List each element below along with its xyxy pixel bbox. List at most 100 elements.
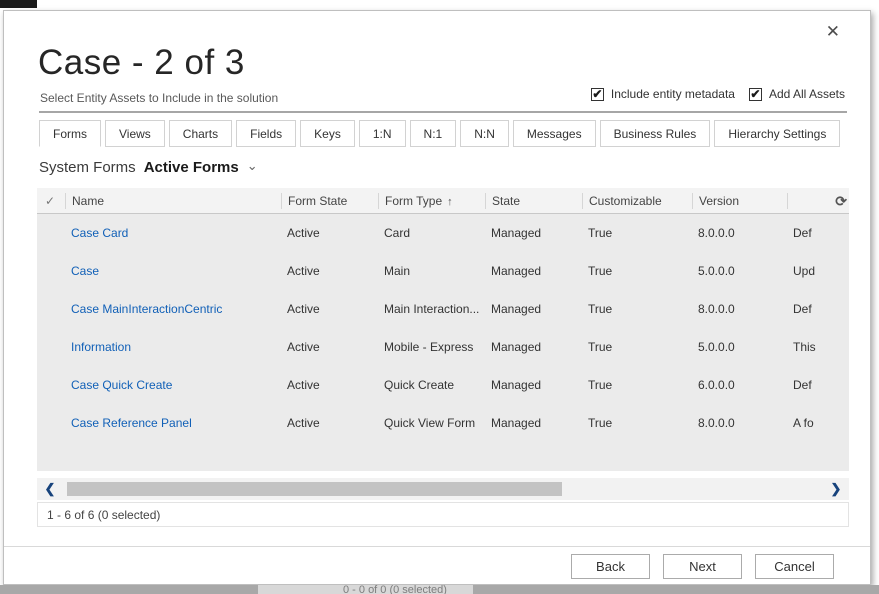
scrollbar-thumb[interactable]: [67, 482, 562, 496]
group-label: System Forms: [39, 159, 136, 176]
column-header-form-state[interactable]: Form State: [281, 193, 378, 209]
background-status-fragment: 0 - 0 of 0 (0 selected): [258, 585, 473, 594]
table-row[interactable]: Case Active Main Managed True 5.0.0.0 Up…: [37, 252, 849, 290]
next-button[interactable]: Next: [663, 554, 742, 579]
include-entity-metadata-label: Include entity metadata: [611, 87, 735, 101]
customizable-cell: True: [582, 416, 692, 430]
form-state-cell: Active: [281, 226, 378, 240]
tab-nn[interactable]: N:N: [460, 120, 509, 147]
state-cell: Managed: [485, 302, 582, 316]
column-header-customizable[interactable]: Customizable: [582, 193, 692, 209]
background-page-fragment: 0 - 0 of 0 (0 selected): [0, 585, 879, 594]
form-type-cell: Quick Create: [378, 378, 485, 392]
record-count-status: 1 - 6 of 6 (0 selected): [37, 502, 849, 527]
page-subtitle: Select Entity Assets to Include in the s…: [40, 91, 278, 105]
background-navbar-fragment: [0, 0, 37, 8]
header-divider: [39, 111, 847, 113]
tab-n1[interactable]: N:1: [410, 120, 457, 147]
form-type-cell: Mobile - Express: [378, 340, 485, 354]
state-cell: Managed: [485, 226, 582, 240]
scroll-left-icon[interactable]: ❮: [37, 481, 63, 497]
table-row[interactable]: Case MainInteractionCentric Active Main …: [37, 290, 849, 328]
version-cell: 6.0.0.0: [692, 378, 787, 392]
tab-business-rules[interactable]: Business Rules: [600, 120, 711, 147]
table-row[interactable]: Case Card Active Card Managed True 8.0.0…: [37, 214, 849, 252]
version-cell: 5.0.0.0: [692, 340, 787, 354]
description-cell: Upd: [787, 264, 849, 278]
form-type-cell: Main: [378, 264, 485, 278]
forms-grid: ✓ Name Form State Form Type↑ State Custo…: [37, 188, 849, 471]
form-name-link[interactable]: Case: [65, 264, 281, 278]
form-name-link[interactable]: Case Card: [65, 226, 281, 240]
customizable-cell: True: [582, 302, 692, 316]
description-cell: Def: [787, 302, 849, 316]
table-row[interactable]: Information Active Mobile - Express Mana…: [37, 328, 849, 366]
chevron-down-icon[interactable]: ⌄: [247, 158, 258, 174]
footer-divider: [4, 546, 870, 547]
tab-hierarchy-settings[interactable]: Hierarchy Settings: [714, 120, 840, 147]
form-name-link[interactable]: Case MainInteractionCentric: [65, 302, 281, 316]
column-header-description: ⟳: [787, 193, 849, 209]
sort-ascending-icon: ↑: [447, 196, 453, 208]
tab-messages[interactable]: Messages: [513, 120, 596, 147]
checkbox-checked-icon[interactable]: ✔: [591, 88, 604, 101]
page-title: Case - 2 of 3: [38, 43, 245, 83]
form-name-link[interactable]: Information: [65, 340, 281, 354]
form-type-cell: Main Interaction...: [378, 302, 485, 316]
form-name-link[interactable]: Case Quick Create: [65, 378, 281, 392]
form-type-cell: Quick View Form: [378, 416, 485, 430]
tab-charts[interactable]: Charts: [169, 120, 232, 147]
background-status-text: 0 - 0 of 0 (0 selected): [343, 585, 447, 594]
customizable-cell: True: [582, 226, 692, 240]
description-cell: A fo: [787, 416, 849, 430]
version-cell: 8.0.0.0: [692, 416, 787, 430]
form-type-cell: Card: [378, 226, 485, 240]
version-cell: 8.0.0.0: [692, 302, 787, 316]
column-header-version[interactable]: Version: [692, 193, 787, 209]
add-all-assets-checkbox[interactable]: ✔ Add All Assets: [749, 87, 845, 101]
include-entity-metadata-checkbox[interactable]: ✔ Include entity metadata: [591, 87, 735, 101]
select-all-check-icon[interactable]: ✓: [37, 193, 65, 209]
header-options: ✔ Include entity metadata ✔ Add All Asse…: [591, 87, 845, 101]
version-cell: 8.0.0.0: [692, 226, 787, 240]
view-selector[interactable]: Active Forms: [144, 159, 239, 176]
scrollbar-track[interactable]: [63, 482, 823, 496]
tab-views[interactable]: Views: [105, 120, 165, 147]
horizontal-scrollbar[interactable]: ❮ ❯: [37, 478, 849, 500]
tab-1n[interactable]: 1:N: [359, 120, 406, 147]
form-state-cell: Active: [281, 340, 378, 354]
customizable-cell: True: [582, 340, 692, 354]
description-cell: Def: [787, 378, 849, 392]
table-row[interactable]: Case Reference Panel Active Quick View F…: [37, 404, 849, 442]
cancel-button[interactable]: Cancel: [755, 554, 834, 579]
description-cell: Def: [787, 226, 849, 240]
select-entity-assets-dialog: ✕ Case - 2 of 3 Select Entity Assets to …: [3, 10, 871, 585]
refresh-icon[interactable]: ⟳: [835, 193, 847, 209]
grid-body: Case Card Active Card Managed True 8.0.0…: [37, 214, 849, 471]
column-header-name[interactable]: Name: [65, 193, 281, 209]
state-cell: Managed: [485, 264, 582, 278]
table-row[interactable]: Case Quick Create Active Quick Create Ma…: [37, 366, 849, 404]
column-header-state[interactable]: State: [485, 193, 582, 209]
back-button[interactable]: Back: [571, 554, 650, 579]
column-header-form-type[interactable]: Form Type↑: [378, 193, 485, 209]
tab-fields[interactable]: Fields: [236, 120, 296, 147]
form-name-link[interactable]: Case Reference Panel: [65, 416, 281, 430]
tab-keys[interactable]: Keys: [300, 120, 355, 147]
close-icon[interactable]: ✕: [826, 23, 840, 40]
asset-type-tabs: Forms Views Charts Fields Keys 1:N N:1 N…: [39, 120, 840, 147]
description-cell: This: [787, 340, 849, 354]
customizable-cell: True: [582, 378, 692, 392]
customizable-cell: True: [582, 264, 692, 278]
scroll-right-icon[interactable]: ❯: [823, 481, 849, 497]
grid-header: ✓ Name Form State Form Type↑ State Custo…: [37, 188, 849, 214]
add-all-assets-label: Add All Assets: [769, 87, 845, 101]
view-selector-row: System Forms Active Forms ⌄: [39, 159, 258, 176]
tab-forms[interactable]: Forms: [39, 120, 101, 147]
form-state-cell: Active: [281, 378, 378, 392]
footer-buttons: Back Next Cancel: [571, 554, 834, 579]
state-cell: Managed: [485, 378, 582, 392]
checkbox-checked-icon[interactable]: ✔: [749, 88, 762, 101]
form-state-cell: Active: [281, 302, 378, 316]
state-cell: Managed: [485, 416, 582, 430]
